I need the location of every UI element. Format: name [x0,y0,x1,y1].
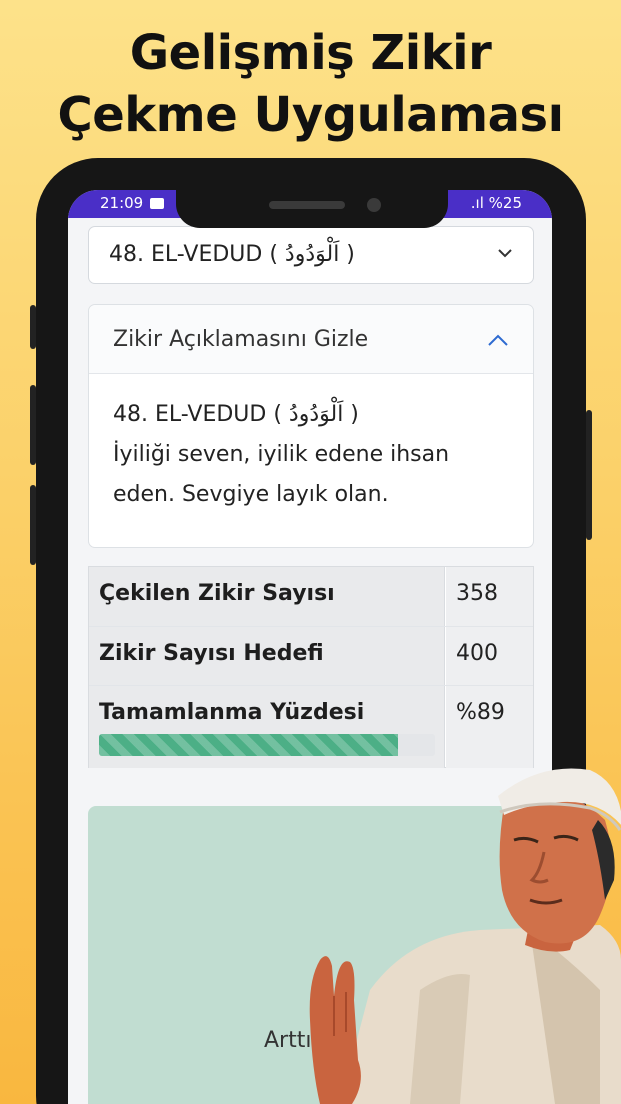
dhikr-select-value: 48. EL-VEDUD ( اَلْوَدُودُ ) [109,242,355,267]
screen-record-icon [150,198,164,209]
battery-status: .ıl %25 [470,194,522,212]
phone-notch [176,190,448,228]
count-label: Çekilen Zikir Sayısı [99,581,335,606]
description-body: 48. EL-VEDUD ( اَلْوَدُودُ ) İyiliği sev… [113,395,513,515]
progress-fill [99,734,399,756]
table-row: Zikir Sayısı Hedefi 400 [89,627,533,686]
headline-line-2: Çekme Uygulaması [57,87,564,143]
percent-value: %89 [456,700,505,725]
description-meaning-line-1: İyiliği seven, iyilik edene ihsan [113,442,450,467]
phone-power-button [586,410,592,540]
description-toggle-label: Zikir Açıklamasını Gizle [113,327,369,352]
target-label: Zikir Sayısı Hedefi [99,641,324,666]
promo-headline: Gelişmiş Zikir Çekme Uygulaması [0,22,621,146]
table-row: Çekilen Zikir Sayısı 358 [89,567,533,627]
percent-label: Tamamlanma Yüzdesi [99,700,365,725]
chevron-up-icon [488,334,508,346]
speaker-grille [269,201,345,209]
description-name: 48. EL-VEDUD ( اَلْوَدُودُ ) [113,402,359,427]
chevron-down-icon [498,249,512,258]
praying-man-illustration [309,768,621,1104]
front-camera [367,198,381,212]
table-row: Tamamlanma Yüzdesi %89 [89,686,533,768]
headline-line-1: Gelişmiş Zikir [129,25,492,81]
progress-bar [99,734,435,756]
description-toggle[interactable]: Zikir Açıklamasını Gizle [89,305,533,374]
status-time: 21:09 [100,194,144,212]
count-value: 358 [456,581,498,606]
stats-table: Çekilen Zikir Sayısı 358 Zikir Sayısı He… [88,566,534,768]
phone-volume-up [30,385,36,465]
target-value: 400 [456,641,498,666]
dhikr-select[interactable]: 48. EL-VEDUD ( اَلْوَدُودُ ) [88,226,534,284]
phone-volume-down [30,485,36,565]
description-meaning-line-2: eden. Sevgiye layık olan. [113,482,389,507]
description-accordion: Zikir Açıklamasını Gizle 48. EL-VEDUD ( … [88,304,534,548]
phone-side-button [30,305,36,349]
